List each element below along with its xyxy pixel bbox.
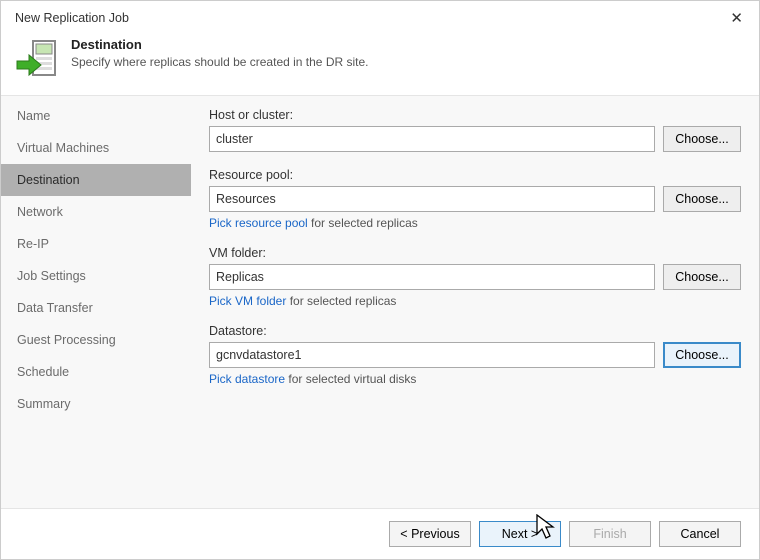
- sidebar-item-name[interactable]: Name: [1, 100, 191, 132]
- resource-pool-input[interactable]: [209, 186, 655, 212]
- host-label: Host or cluster:: [209, 108, 741, 122]
- datastore-choose-button[interactable]: Choose...: [663, 342, 741, 368]
- next-button[interactable]: Next >: [479, 521, 561, 547]
- resource-pool-hint: Pick resource pool for selected replicas: [209, 216, 741, 230]
- destination-form: Host or cluster: Choose... Resource pool…: [191, 96, 759, 508]
- cancel-button[interactable]: Cancel: [659, 521, 741, 547]
- resource-pool-choose-button[interactable]: Choose...: [663, 186, 741, 212]
- host-input[interactable]: [209, 126, 655, 152]
- datastore-label: Datastore:: [209, 324, 741, 338]
- sidebar-item-destination[interactable]: Destination: [1, 164, 191, 196]
- finish-button: Finish: [569, 521, 651, 547]
- host-choose-button[interactable]: Choose...: [663, 126, 741, 152]
- wizard-steps-sidebar: Name Virtual Machines Destination Networ…: [1, 96, 191, 508]
- wizard-footer: < Previous Next > Finish Cancel: [1, 508, 759, 559]
- page-subtitle: Specify where replicas should be created…: [71, 55, 369, 69]
- sidebar-item-network[interactable]: Network: [1, 196, 191, 228]
- sidebar-item-guest-processing[interactable]: Guest Processing: [1, 324, 191, 356]
- vm-folder-label: VM folder:: [209, 246, 741, 260]
- page-title: Destination: [71, 37, 369, 52]
- pick-datastore-link[interactable]: Pick datastore: [209, 372, 285, 386]
- resource-pool-label: Resource pool:: [209, 168, 741, 182]
- vm-folder-hint: Pick VM folder for selected replicas: [209, 294, 741, 308]
- sidebar-item-schedule[interactable]: Schedule: [1, 356, 191, 388]
- vm-folder-choose-button[interactable]: Choose...: [663, 264, 741, 290]
- window-title: New Replication Job: [15, 11, 129, 25]
- sidebar-item-re-ip[interactable]: Re-IP: [1, 228, 191, 260]
- sidebar-item-job-settings[interactable]: Job Settings: [1, 260, 191, 292]
- sidebar-item-virtual-machines[interactable]: Virtual Machines: [1, 132, 191, 164]
- pick-vm-folder-link[interactable]: Pick VM folder: [209, 294, 286, 308]
- pick-resource-pool-link[interactable]: Pick resource pool: [209, 216, 308, 230]
- page-header: Destination Specify where replicas shoul…: [1, 31, 759, 95]
- close-icon[interactable]: ✕: [726, 9, 747, 27]
- datastore-hint: Pick datastore for selected virtual disk…: [209, 372, 741, 386]
- previous-button[interactable]: < Previous: [389, 521, 471, 547]
- datastore-input[interactable]: [209, 342, 655, 368]
- sidebar-item-summary[interactable]: Summary: [1, 388, 191, 420]
- destination-icon: [15, 37, 59, 81]
- vm-folder-input[interactable]: [209, 264, 655, 290]
- sidebar-item-data-transfer[interactable]: Data Transfer: [1, 292, 191, 324]
